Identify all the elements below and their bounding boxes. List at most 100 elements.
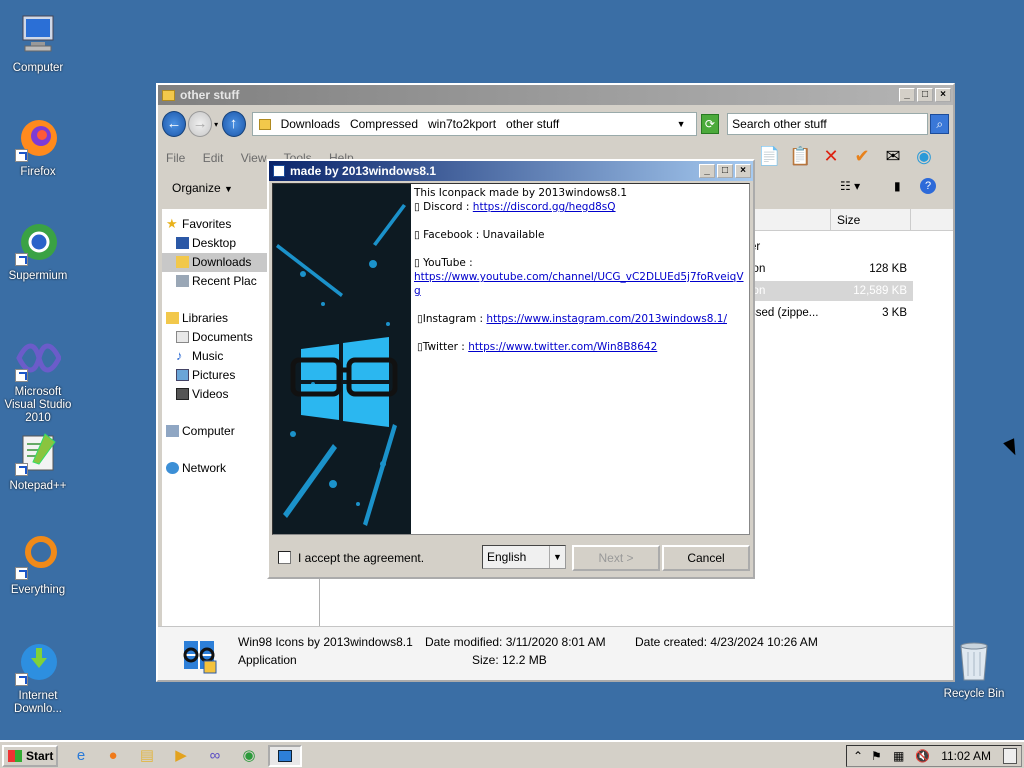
view-options-icon[interactable]: ☷ ▾ xyxy=(840,179,860,193)
globe-icon[interactable]: ◉ xyxy=(913,145,935,167)
breadcrumb-item[interactable]: other stuff xyxy=(506,117,559,131)
youtube-link[interactable]: https://www.youtube.com/channel/UCG_vC2D… xyxy=(414,271,744,297)
desktop-icon-everything[interactable]: Everything xyxy=(0,534,76,597)
dialog-titlebar[interactable]: made by 2013windows8.1 _ □ × xyxy=(269,161,753,181)
action-center-flag-icon[interactable]: ⚑ xyxy=(871,749,882,763)
copy-icon[interactable]: 📄 xyxy=(758,145,780,167)
chevron-down-icon[interactable]: ▼ xyxy=(677,119,686,129)
visual-studio-icon[interactable]: ∞ xyxy=(206,747,224,765)
show-desktop-icon[interactable] xyxy=(1003,748,1017,764)
details-modified: Date modified: 3/11/2020 8:01 AM xyxy=(425,635,606,649)
supermium-icon[interactable]: ◉ xyxy=(240,747,258,765)
dialog-minimize-button[interactable]: _ xyxy=(699,164,715,178)
language-select[interactable]: English ▼ xyxy=(482,545,566,569)
preview-pane-icon[interactable]: ▮ xyxy=(894,179,901,193)
dialog-maximize-button[interactable]: □ xyxy=(717,164,733,178)
desktop-icon xyxy=(176,237,189,249)
firefox-icon xyxy=(15,116,61,162)
organize-button[interactable]: Organize ▼ xyxy=(172,181,233,195)
breadcrumb-item[interactable]: Compressed xyxy=(350,117,418,131)
folder-icon xyxy=(258,118,271,130)
instagram-link[interactable]: https://www.instagram.com/2013windows8.1… xyxy=(486,313,727,325)
minimize-button[interactable]: _ xyxy=(899,88,915,102)
firefox-icon[interactable]: ● xyxy=(104,747,122,765)
address-bar-row: ← → ▾ ↑ Downloads Compressed win7to2kpor… xyxy=(162,109,950,139)
music-icon: ♪ xyxy=(176,348,183,363)
table-row[interactable]: er xyxy=(750,237,913,257)
column-header-type[interactable] xyxy=(750,209,830,231)
recycle-bin-icon xyxy=(951,638,997,684)
desktop-icon-notepadpp[interactable]: Notepad++ xyxy=(0,430,76,493)
windows-flag-icon xyxy=(8,750,22,762)
accept-checkbox[interactable] xyxy=(278,551,291,564)
up-button[interactable]: ↑ xyxy=(221,111,246,137)
desktop-icon-computer[interactable]: Computer xyxy=(0,12,76,75)
discord-link[interactable]: https://discord.gg/hegd8sQ xyxy=(473,201,616,213)
facebook-line: ▯ Facebook : Unavailable xyxy=(414,229,545,241)
dialog-close-button[interactable]: × xyxy=(735,164,751,178)
mail-icon[interactable]: ✉ xyxy=(882,145,904,167)
desktop-icon-visual-studio[interactable]: Microsoft Visual Studio 2010 xyxy=(0,336,76,425)
info-text: This Iconpack made by 2013windows8.1 ▯ D… xyxy=(414,186,748,354)
shortcut-arrow-icon xyxy=(15,369,28,382)
twitter-line: ▯Twitter : https://www.twitter.com/Win8B… xyxy=(417,341,658,353)
taskbar-app-button[interactable] xyxy=(268,745,302,767)
paste-icon[interactable]: 📋 xyxy=(789,145,811,167)
shortcut-arrow-icon xyxy=(15,463,28,476)
details-file-type: Application xyxy=(238,653,297,667)
toolbar-icons: 📄 📋 ✕ ✔ ✉ ◉ xyxy=(758,145,944,167)
chevron-down-icon: ▼ xyxy=(224,184,233,194)
back-button[interactable]: ← xyxy=(162,111,187,137)
shortcut-arrow-icon xyxy=(15,149,28,162)
forward-button[interactable]: → xyxy=(188,111,213,137)
mouse-cursor-icon xyxy=(1003,438,1021,458)
maximize-button[interactable]: □ xyxy=(917,88,933,102)
twitter-link[interactable]: https://www.twitter.com/Win8B8642 xyxy=(468,341,657,353)
help-icon[interactable]: ? xyxy=(920,178,936,194)
network-tray-icon[interactable]: ▦ xyxy=(893,749,904,763)
start-button[interactable]: Start xyxy=(2,745,58,767)
cancel-button[interactable]: Cancel xyxy=(662,545,750,571)
table-row[interactable]: ssed (zippe... 3 KB xyxy=(750,303,913,323)
menu-view[interactable]: View xyxy=(241,151,267,165)
delete-icon[interactable]: ✕ xyxy=(820,145,842,167)
menu-file[interactable]: File xyxy=(166,151,185,165)
desktop-icon-supermium[interactable]: Supermium xyxy=(0,220,76,283)
search-input[interactable]: Search other stuff xyxy=(727,113,929,135)
volume-muted-icon[interactable]: 🔇 xyxy=(915,749,930,763)
dialog-footer: I accept the agreement. English ▼ Next > … xyxy=(272,541,750,571)
chevron-up-icon[interactable]: ⌃ xyxy=(853,749,863,763)
media-player-icon[interactable]: ▶ xyxy=(172,747,190,765)
column-header-size[interactable]: Size xyxy=(830,209,910,231)
next-button[interactable]: Next > xyxy=(572,545,660,571)
taskbar: Start e ● ▤ ▶ ∞ ◉ ⌃ ⚑ ▦ 🔇 11:02 AM xyxy=(0,740,1024,768)
desktop-icon-label: Firefox xyxy=(20,166,56,178)
desktop-icon-firefox[interactable]: Firefox xyxy=(0,116,76,179)
youtube-line: ▯ YouTube : xyxy=(414,257,473,269)
breadcrumb-item[interactable]: win7to2kport xyxy=(428,117,496,131)
installer-dialog[interactable]: made by 2013windows8.1 _ □ × This Iconpa… xyxy=(267,159,755,579)
ie-icon[interactable]: e xyxy=(72,747,90,765)
details-created: Date created: 4/23/2024 10:26 AM xyxy=(635,635,818,649)
search-icon[interactable]: ⌕ xyxy=(930,114,950,134)
history-dropdown-icon[interactable]: ▾ xyxy=(214,120,221,129)
desktop-icon-idm[interactable]: Internet Downlo... xyxy=(0,640,76,716)
table-row-selected[interactable]: ion 12,589 KB xyxy=(750,281,913,301)
desktop-icon-label: Microsoft Visual Studio 2010 xyxy=(4,386,72,424)
refresh-button[interactable]: ⟳ xyxy=(700,114,720,134)
desktop-icon-label: Supermium xyxy=(8,270,68,282)
menu-edit[interactable]: Edit xyxy=(203,151,224,165)
table-row[interactable]: ion 128 KB xyxy=(750,259,913,279)
folder-icon[interactable]: ▤ xyxy=(138,747,156,765)
column-header-extra[interactable] xyxy=(910,209,950,231)
check-icon[interactable]: ✔ xyxy=(851,145,873,167)
banner-image xyxy=(273,184,411,534)
visual-studio-icon xyxy=(15,336,62,382)
clock[interactable]: 11:02 AM xyxy=(941,749,991,763)
close-button[interactable]: × xyxy=(935,88,951,102)
breadcrumb-item[interactable]: Downloads xyxy=(281,117,340,131)
explorer-titlebar[interactable]: other stuff _ □ × xyxy=(158,85,953,105)
breadcrumb[interactable]: Downloads Compressed win7to2kport other … xyxy=(251,112,697,136)
computer-icon xyxy=(166,425,179,437)
explorer-title: other stuff xyxy=(180,88,240,102)
